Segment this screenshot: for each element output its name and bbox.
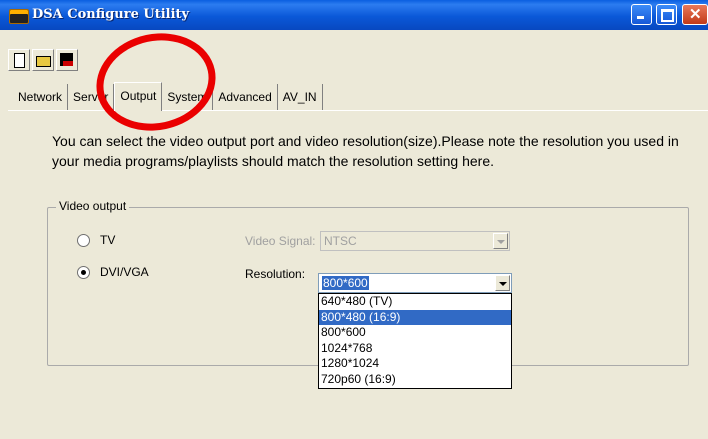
resolution-select[interactable]: 800*600 bbox=[318, 273, 512, 293]
window-title: DSA Configure Utility bbox=[32, 7, 190, 22]
tab-av-in[interactable]: AV_IN bbox=[278, 84, 323, 110]
close-icon: ✕ bbox=[689, 6, 702, 23]
tab-system[interactable]: System bbox=[162, 84, 214, 110]
resolution-option[interactable]: 1024*768 bbox=[319, 341, 511, 357]
close-button[interactable]: ✕ bbox=[682, 4, 708, 25]
tab-bar: Network Server Output System Advanced AV… bbox=[13, 82, 323, 111]
resolution-value: 800*600 bbox=[322, 276, 369, 290]
app-icon bbox=[9, 9, 29, 24]
save-icon[interactable] bbox=[56, 49, 78, 71]
tv-label: TV bbox=[100, 233, 116, 247]
resolution-option[interactable]: 1280*1024 bbox=[319, 356, 511, 372]
radio-unselected-icon bbox=[77, 233, 90, 247]
tab-divider bbox=[8, 110, 708, 111]
chevron-down-icon bbox=[493, 233, 508, 249]
maximize-button[interactable] bbox=[656, 4, 677, 25]
new-icon[interactable] bbox=[8, 49, 30, 71]
radio-selected-icon bbox=[77, 265, 90, 279]
video-signal-select: NTSC bbox=[320, 231, 510, 251]
resolution-option[interactable]: 800*600 bbox=[319, 325, 511, 341]
tab-output[interactable]: Output bbox=[114, 82, 163, 111]
resolution-option-highlighted[interactable]: 800*480 (16:9) bbox=[319, 309, 511, 325]
resolution-option[interactable]: 640*480 (TV) bbox=[319, 294, 511, 310]
title-bar: DSA Configure Utility ✕ bbox=[0, 0, 708, 30]
dvi-vga-label: DVI/VGA bbox=[100, 265, 149, 279]
dvi-vga-radio[interactable]: DVI/VGA bbox=[77, 265, 149, 279]
video-signal-value: NTSC bbox=[324, 234, 357, 248]
toolbar bbox=[8, 49, 80, 75]
minimize-button[interactable] bbox=[631, 4, 652, 25]
video-output-legend: Video output bbox=[56, 199, 130, 213]
resolution-dropdown-list: 640*480 (TV) 800*480 (16:9) 800*600 1024… bbox=[318, 293, 512, 389]
resolution-option[interactable]: 720p60 (16:9) bbox=[319, 372, 511, 388]
open-icon[interactable] bbox=[32, 49, 54, 71]
tab-server[interactable]: Server bbox=[68, 84, 115, 110]
resolution-label: Resolution: bbox=[245, 267, 306, 281]
video-signal-label: Video Signal: bbox=[245, 234, 316, 248]
tv-radio[interactable]: TV bbox=[77, 233, 115, 247]
tab-network[interactable]: Network bbox=[13, 84, 69, 110]
chevron-down-icon[interactable] bbox=[495, 275, 510, 291]
tab-advanced[interactable]: Advanced bbox=[213, 84, 278, 110]
output-description: You can select the video output port and… bbox=[52, 133, 679, 169]
